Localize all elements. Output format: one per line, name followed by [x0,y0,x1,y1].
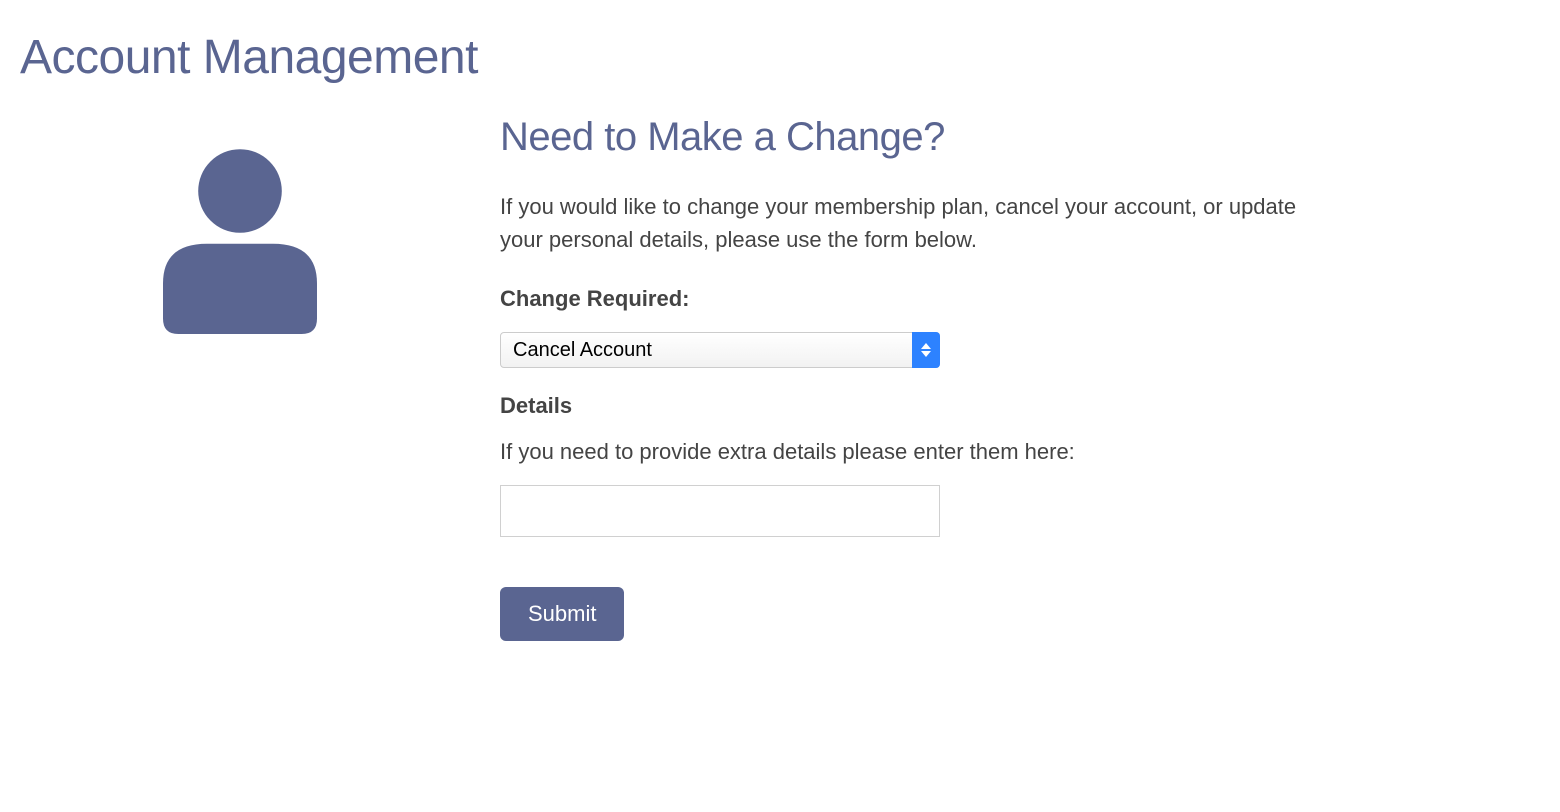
change-required-select-wrapper: Cancel Account [500,332,940,368]
page-title: Account Management [20,30,1540,85]
content-row: Need to Make a Change? If you would like… [20,115,1540,641]
avatar-column [20,115,460,641]
user-icon [130,125,350,350]
section-heading: Need to Make a Change? [500,115,1320,160]
details-input[interactable] [500,485,940,537]
change-required-select[interactable]: Cancel Account [500,332,940,368]
form-column: Need to Make a Change? If you would like… [500,115,1320,641]
section-description: If you would like to change your members… [500,190,1320,256]
details-hint: If you need to provide extra details ple… [500,439,1320,465]
change-required-label: Change Required: [500,286,1320,312]
details-label: Details [500,393,1320,419]
submit-button[interactable]: Submit [500,587,624,641]
